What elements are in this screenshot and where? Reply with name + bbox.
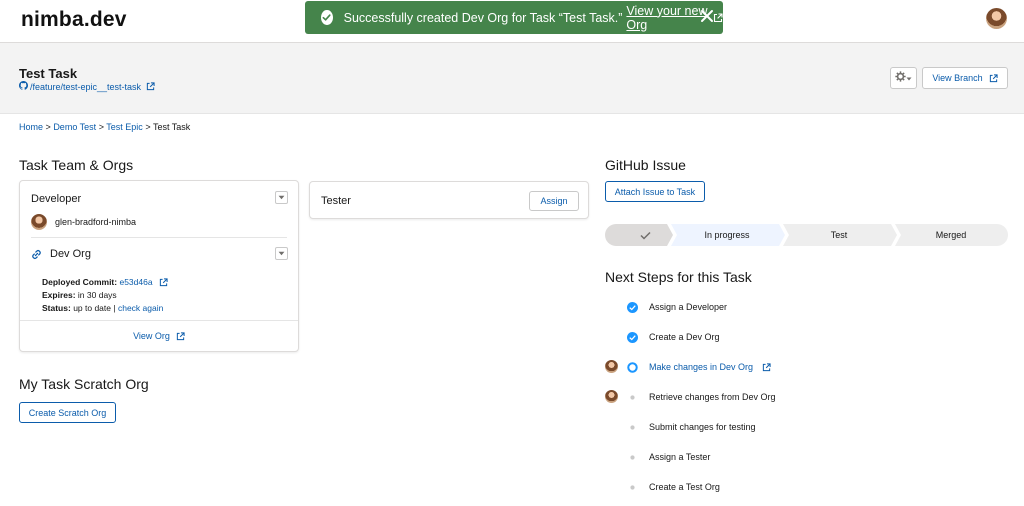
step-label: Create a Dev Org (649, 332, 720, 342)
developer-role-label: Developer (31, 193, 82, 205)
step-active-icon (627, 362, 638, 373)
breadcrumb-separator: > (98, 122, 104, 132)
step-complete-icon (627, 332, 638, 343)
breadcrumb-epic[interactable]: Test Epic (106, 122, 143, 132)
path-stage-in-progress[interactable]: In progress (677, 224, 777, 246)
branch-name: /feature/test-epic__test-task (30, 81, 142, 92)
breadcrumb-home[interactable]: Home (19, 122, 43, 132)
assign-tester-button[interactable]: Assign (529, 191, 579, 211)
path-stage-test[interactable]: Test (789, 224, 889, 246)
dev-org-heading: Dev Org (31, 248, 91, 260)
create-scratch-org-button[interactable]: Create Scratch Org (19, 402, 116, 423)
developer-menu-button[interactable] (275, 191, 288, 204)
user-avatar[interactable] (986, 8, 1007, 29)
breadcrumb-separator: > (45, 122, 51, 132)
view-org-label: View Org (133, 331, 170, 341)
toast-message: Successfully created Dev Org for Task “T… (343, 10, 623, 25)
external-link-icon (176, 331, 185, 341)
expires-row: Expires: in 30 days (42, 289, 168, 302)
expires-label: Expires: (42, 290, 76, 300)
step-assignee-avatar (605, 360, 618, 373)
step-label: Submit changes for testing (649, 422, 756, 432)
team-section-title: Task Team & Orgs (19, 157, 134, 173)
view-new-org-link[interactable]: View your new Org (626, 4, 708, 32)
view-org-link[interactable]: View Org (20, 320, 298, 351)
success-check-icon (321, 10, 333, 25)
success-toast: Successfully created Dev Org for Task “T… (305, 1, 723, 34)
step-todo-icon (627, 422, 638, 433)
external-link-icon (146, 82, 155, 91)
commit-link[interactable]: e53d46a (119, 277, 152, 287)
view-branch-button[interactable]: View Branch (922, 67, 1008, 89)
external-link-icon (159, 278, 168, 287)
step-todo-icon (627, 452, 638, 463)
dev-org-details: Deployed Commit: e53d46a Expires: in 30 … (42, 276, 168, 315)
developer-username: glen-bradford-nimba (55, 217, 137, 227)
chevron-down-icon (906, 69, 912, 87)
check-again-link[interactable]: check again (118, 303, 163, 313)
dev-org-name: Dev Org (50, 248, 91, 260)
page-title: Test Task (19, 66, 78, 81)
github-section-title: GitHub Issue (605, 157, 686, 173)
attach-issue-button[interactable]: Attach Issue to Task (605, 181, 705, 202)
settings-menu-button[interactable] (890, 67, 917, 89)
developer-avatar (31, 214, 47, 230)
chevron-down-icon (278, 195, 285, 200)
developer-card: Developer glen-bradford-nimba Dev Org De… (19, 180, 299, 352)
external-link-icon (762, 363, 771, 372)
breadcrumb: Home > Demo Test > Test Epic > Test Task (19, 122, 190, 132)
github-icon (19, 81, 28, 92)
developer-user: glen-bradford-nimba (31, 214, 136, 230)
path-stage-complete[interactable] (625, 224, 665, 246)
branch-link[interactable]: /feature/test-epic__test-task (19, 81, 155, 92)
check-icon (639, 231, 651, 240)
gear-icon (895, 69, 906, 87)
chevron-down-icon (278, 251, 285, 256)
deployed-commit-row: Deployed Commit: e53d46a (42, 276, 168, 289)
step-label: Retrieve changes from Dev Org (649, 392, 776, 402)
step-todo-icon (627, 392, 638, 403)
tester-role-label: Tester (321, 195, 351, 207)
breadcrumb-current: Test Task (152, 122, 191, 132)
step-assignee-avatar (605, 390, 618, 403)
make-changes-link[interactable]: Make changes in Dev Org (649, 362, 771, 372)
step-label: Assign a Developer (649, 302, 728, 312)
step-label: Make changes in Dev Org (649, 362, 754, 372)
path-stage-merged[interactable]: Merged (901, 224, 1001, 246)
status-row: Status: up to date | check again (42, 302, 168, 315)
page-header: Test Task /feature/test-epic__test-task … (0, 43, 1024, 114)
close-toast-icon[interactable] (700, 9, 714, 26)
status-separator: | (113, 303, 116, 313)
link-icon (31, 249, 42, 260)
expires-value: in 30 days (77, 290, 117, 300)
status-value: up to date (73, 303, 111, 313)
step-complete-icon (627, 302, 638, 313)
status-label: Status: (42, 303, 71, 313)
deployed-commit-label: Deployed Commit: (42, 277, 118, 287)
breadcrumb-separator: > (145, 122, 151, 132)
divider (31, 237, 287, 238)
step-todo-icon (627, 482, 638, 493)
breadcrumb-project[interactable]: Demo Test (53, 122, 96, 132)
app-logo[interactable]: nimba.dev (21, 8, 127, 32)
external-link-icon (989, 73, 998, 83)
task-status-path: In progress Test Merged (605, 224, 1008, 246)
step-label: Assign a Tester (649, 452, 711, 462)
view-branch-label: View Branch (932, 73, 983, 83)
dev-org-menu-button[interactable] (275, 247, 288, 260)
tester-card: Tester Assign (309, 181, 589, 219)
step-label: Create a Test Org (649, 482, 720, 492)
next-steps-title: Next Steps for this Task (605, 269, 752, 285)
external-link-icon (713, 12, 723, 23)
scratch-section-title: My Task Scratch Org (19, 376, 149, 392)
